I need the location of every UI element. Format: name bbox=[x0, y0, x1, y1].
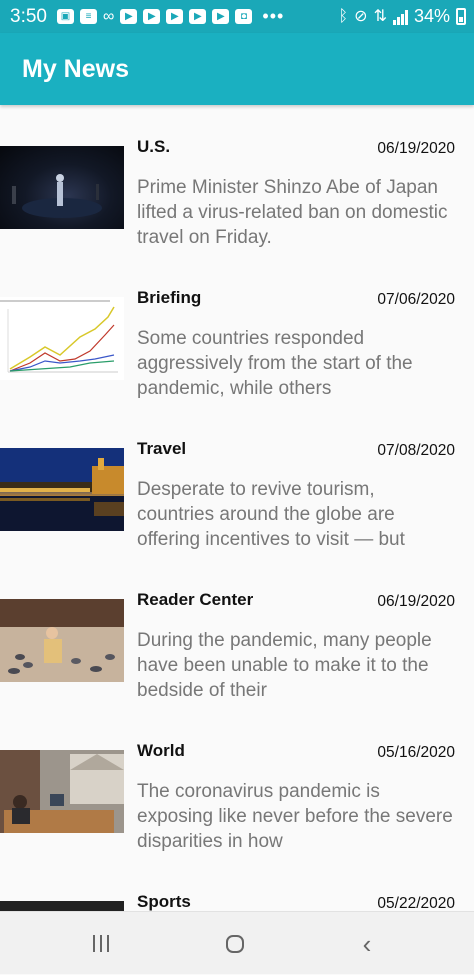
app-icon: ≡ bbox=[79, 9, 97, 24]
youtube-icon: ▶ bbox=[143, 9, 161, 24]
article-section: Travel bbox=[137, 439, 187, 458]
notification-icons: ▣ ≡ ∞ ▶ ▶ ▶ ▶ ▶ ◘ bbox=[56, 7, 253, 25]
article-abstract: The coronavirus pandemic is exposing lik… bbox=[137, 781, 453, 852]
article-date: 05/16/2020 bbox=[377, 744, 455, 761]
app-title: My News bbox=[22, 54, 129, 83]
status-time: 3:50 bbox=[10, 5, 47, 27]
recents-icon bbox=[93, 935, 109, 952]
more-dots-icon: ••• bbox=[262, 6, 285, 26]
data-icon: ⇅ bbox=[373, 7, 387, 25]
news-item[interactable]: U.S. 06/19/2020 Prime Minister Shinzo Ab… bbox=[0, 105, 474, 256]
youtube-icon: ▶ bbox=[189, 9, 207, 24]
article-abstract: During the pandemic, many people have be… bbox=[137, 630, 432, 701]
article-thumbnail bbox=[0, 750, 124, 833]
youtube-icon: ▶ bbox=[166, 9, 184, 24]
article-section: World bbox=[137, 741, 185, 760]
back-button[interactable]: ‹ bbox=[322, 912, 412, 975]
article-date: 06/19/2020 bbox=[377, 593, 455, 610]
news-item[interactable]: Reader Center 06/19/2020 During the pand… bbox=[0, 558, 474, 709]
news-list[interactable]: U.S. 06/19/2020 Prime Minister Shinzo Ab… bbox=[0, 105, 474, 911]
photo-icon: ▣ bbox=[56, 9, 74, 24]
status-bar: 3:50 ▣ ≡ ∞ ▶ ▶ ▶ ▶ ▶ ◘ ••• ᛒ ⊘ ⇅ 34% bbox=[0, 0, 474, 33]
article-thumbnail bbox=[0, 297, 124, 380]
app-bar: My News bbox=[0, 33, 474, 105]
youtube-icon: ▶ bbox=[212, 9, 230, 24]
article-date: 07/08/2020 bbox=[377, 442, 455, 459]
article-date: 07/06/2020 bbox=[377, 291, 455, 308]
article-thumbnail bbox=[0, 146, 124, 229]
article-thumbnail bbox=[0, 599, 124, 682]
article-section: Reader Center bbox=[137, 590, 254, 609]
mute-icon: ⊘ bbox=[354, 7, 368, 25]
signal-icon bbox=[392, 9, 408, 25]
bluetooth-icon: ᛒ bbox=[338, 7, 349, 25]
news-item[interactable]: Travel 07/08/2020 Desperate to revive to… bbox=[0, 407, 474, 558]
article-abstract: Prime Minister Shinzo Abe of Japan lifte… bbox=[137, 177, 448, 248]
article-abstract: Some countries responded aggressively fr… bbox=[137, 328, 413, 399]
article-date: 06/19/2020 bbox=[377, 140, 455, 157]
app-icon: ◘ bbox=[235, 9, 253, 24]
news-item[interactable]: Briefing 07/06/2020 Some countries respo… bbox=[0, 256, 474, 407]
article-section: Briefing bbox=[137, 288, 202, 307]
article-thumbnail bbox=[0, 448, 124, 531]
news-item[interactable]: Sports 05/22/2020 bbox=[0, 860, 474, 911]
recents-button[interactable] bbox=[56, 912, 146, 975]
youtube-icon: ▶ bbox=[120, 9, 138, 24]
news-item[interactable]: World 05/16/2020 The coronavirus pandemi… bbox=[0, 709, 474, 860]
home-icon bbox=[226, 934, 244, 953]
navigation-bar: ‹ bbox=[0, 911, 474, 974]
article-section: U.S. bbox=[137, 137, 171, 156]
back-icon: ‹ bbox=[362, 928, 372, 959]
article-section: Sports bbox=[137, 892, 191, 911]
home-button[interactable] bbox=[190, 912, 280, 975]
article-abstract: Desperate to revive tourism, countries a… bbox=[137, 479, 405, 550]
battery-icon bbox=[456, 8, 466, 25]
article-thumbnail bbox=[0, 901, 124, 911]
article-date: 05/22/2020 bbox=[377, 895, 455, 911]
system-icons: ᛒ ⊘ ⇅ 34% bbox=[339, 6, 466, 27]
voicemail-icon: ∞ bbox=[102, 7, 115, 25]
battery-percent: 34% bbox=[413, 6, 450, 26]
